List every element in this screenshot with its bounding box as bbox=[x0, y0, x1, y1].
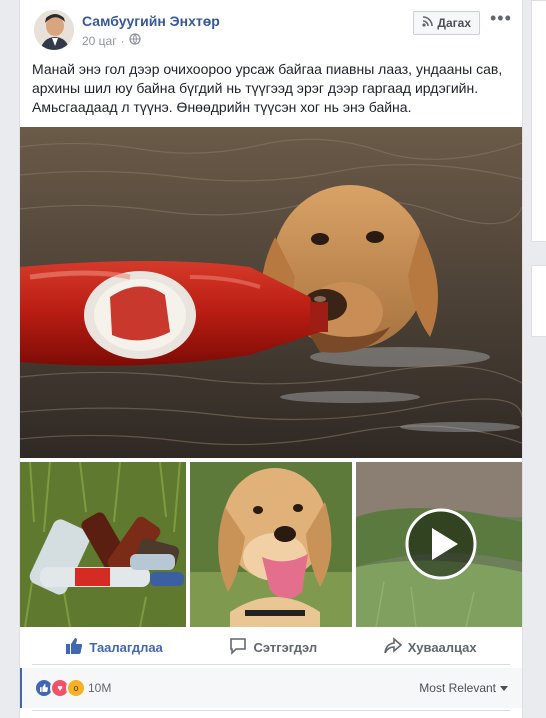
share-label: Хуваалцах bbox=[407, 639, 477, 655]
post-header: Самбуугийн Энхтөр 20 цаг · Дагах ••• bbox=[34, 9, 512, 54]
post-actions: Таалагдлаа Сэтгэгдэл Хуваалцах bbox=[32, 630, 510, 665]
author-name[interactable]: Самбуугийн Энхтөр bbox=[82, 13, 220, 29]
follow-label: Дагах bbox=[437, 16, 471, 30]
dot-separator: · bbox=[120, 33, 125, 48]
right-sidebar-card bbox=[531, 0, 546, 242]
share-button[interactable]: Хуваалцах bbox=[383, 636, 477, 658]
caret-down-icon bbox=[500, 681, 508, 695]
reaction-icons[interactable]: ♥ o bbox=[34, 678, 86, 698]
share-icon bbox=[383, 636, 402, 658]
post-thumbnail-dog[interactable] bbox=[190, 462, 352, 627]
follow-button[interactable]: Дагах bbox=[413, 11, 480, 35]
like-button[interactable]: Таалагдлаа bbox=[65, 637, 163, 658]
post-main-photo[interactable] bbox=[20, 127, 522, 458]
like-label: Таалагдлаа bbox=[89, 639, 163, 655]
thumbs-up-icon bbox=[65, 637, 83, 658]
sort-label: Most Relevant bbox=[419, 681, 496, 695]
globe-icon[interactable] bbox=[128, 33, 141, 48]
comment-button[interactable]: Сэтгэгдэл bbox=[229, 637, 317, 658]
sort-dropdown[interactable]: Most Relevant bbox=[419, 681, 508, 695]
reactions-bar: ♥ o 10M Most Relevant bbox=[20, 668, 522, 708]
post-timestamp[interactable]: 20 цаг bbox=[82, 34, 117, 48]
post-meta: 20 цаг · bbox=[82, 33, 141, 48]
rss-icon bbox=[422, 16, 434, 30]
comment-icon bbox=[229, 637, 247, 658]
feed-post: Самбуугийн Энхтөр 20 цаг · Дагах ••• Ман… bbox=[19, 0, 523, 718]
play-icon[interactable] bbox=[432, 528, 458, 560]
author-avatar[interactable] bbox=[34, 10, 74, 50]
wow-reaction-icon: o bbox=[66, 678, 86, 698]
post-text: Манай энэ гол дээр очихоороо урсаж байга… bbox=[32, 61, 503, 115]
post-thumbnail-video[interactable] bbox=[356, 462, 522, 627]
reaction-count[interactable]: 10M bbox=[88, 681, 111, 695]
more-options-button[interactable]: ••• bbox=[490, 9, 512, 29]
comment-label: Сэтгэгдэл bbox=[253, 639, 318, 655]
right-sidebar-card-2 bbox=[531, 265, 546, 337]
divider bbox=[32, 710, 510, 711]
post-thumbnail-bottles[interactable] bbox=[20, 462, 186, 627]
